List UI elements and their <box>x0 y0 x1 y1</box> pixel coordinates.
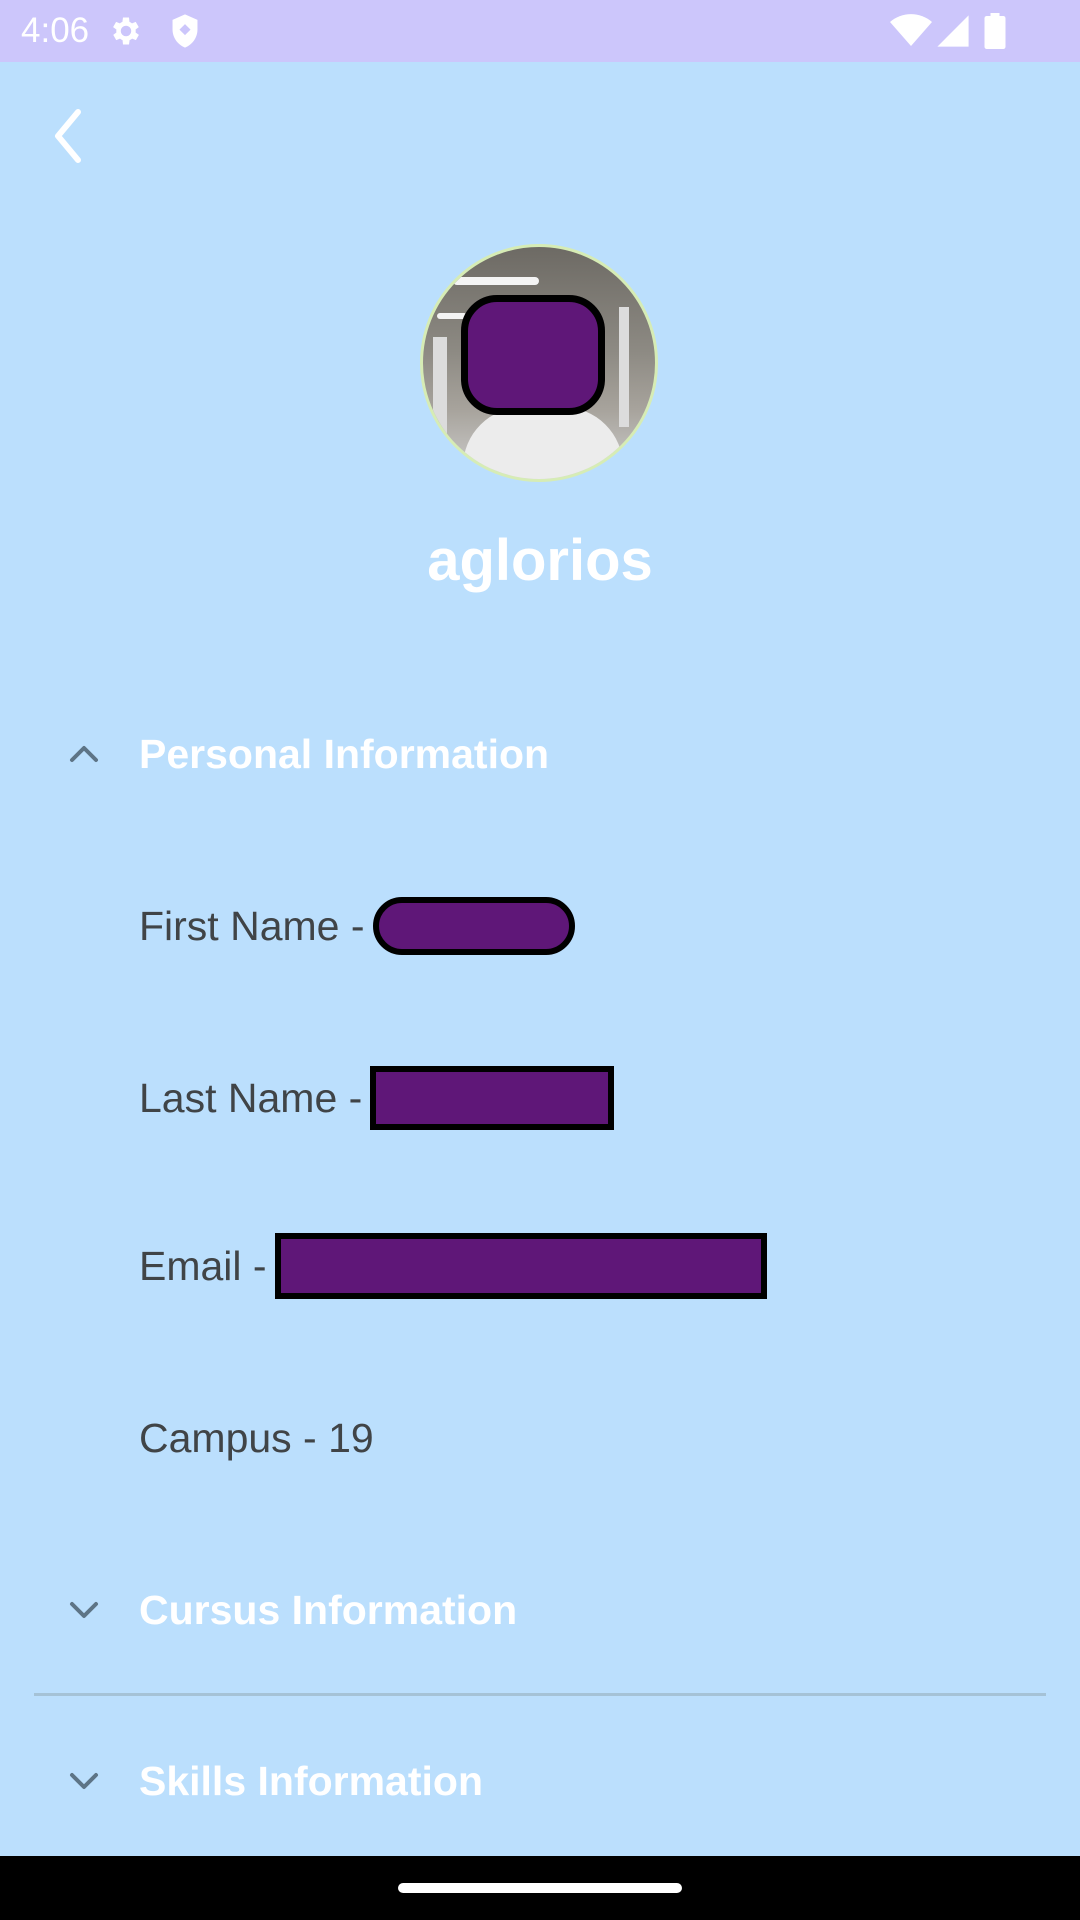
status-bar: 4:06 <box>0 0 1080 62</box>
hoodie <box>463 407 623 479</box>
battery-icon <box>984 13 1006 54</box>
first-name-label: First Name - <box>139 903 365 949</box>
last-name-redaction <box>370 1066 615 1130</box>
section-header-cursus[interactable]: Cursus Information <box>0 1562 1080 1658</box>
gear-icon <box>108 13 144 54</box>
chevron-down-icon <box>70 1773 98 1789</box>
signal-icon <box>936 13 970 54</box>
last-name-label: Last Name - <box>139 1075 363 1121</box>
chevron-left-icon <box>55 109 81 163</box>
avatar <box>420 244 658 482</box>
email-row: Email - <box>139 1233 767 1299</box>
ceiling-light <box>453 277 539 285</box>
status-time: 4:06 <box>21 11 90 50</box>
section-header-personal[interactable]: Personal Information <box>0 706 1080 802</box>
section-divider <box>34 1693 1046 1696</box>
face-redaction <box>461 295 605 415</box>
section-title-cursus: Cursus Information <box>139 1587 518 1633</box>
first-name-row: First Name - <box>139 894 575 958</box>
background-pillar <box>619 307 629 427</box>
chevron-down-icon <box>70 1602 98 1618</box>
email-redaction <box>274 1233 767 1299</box>
email-label: Email - <box>139 1243 267 1289</box>
home-handle[interactable] <box>398 1883 682 1893</box>
section-title-personal: Personal Information <box>139 731 550 777</box>
username: aglorios <box>427 528 653 593</box>
chevron-up-icon <box>70 746 98 762</box>
wifi-icon <box>890 13 932 54</box>
first-name-redaction <box>372 897 575 955</box>
background-pillar <box>433 337 447 437</box>
section-title-skills: Skills Information <box>139 1758 483 1804</box>
shield-icon <box>168 13 202 54</box>
last-name-row: Last Name - <box>139 1066 615 1130</box>
section-header-skills[interactable]: Skills Information <box>0 1733 1080 1829</box>
campus-row: Campus - 19 <box>139 1406 374 1470</box>
campus-label: Campus - 19 <box>139 1415 374 1461</box>
back-button[interactable] <box>42 100 106 172</box>
